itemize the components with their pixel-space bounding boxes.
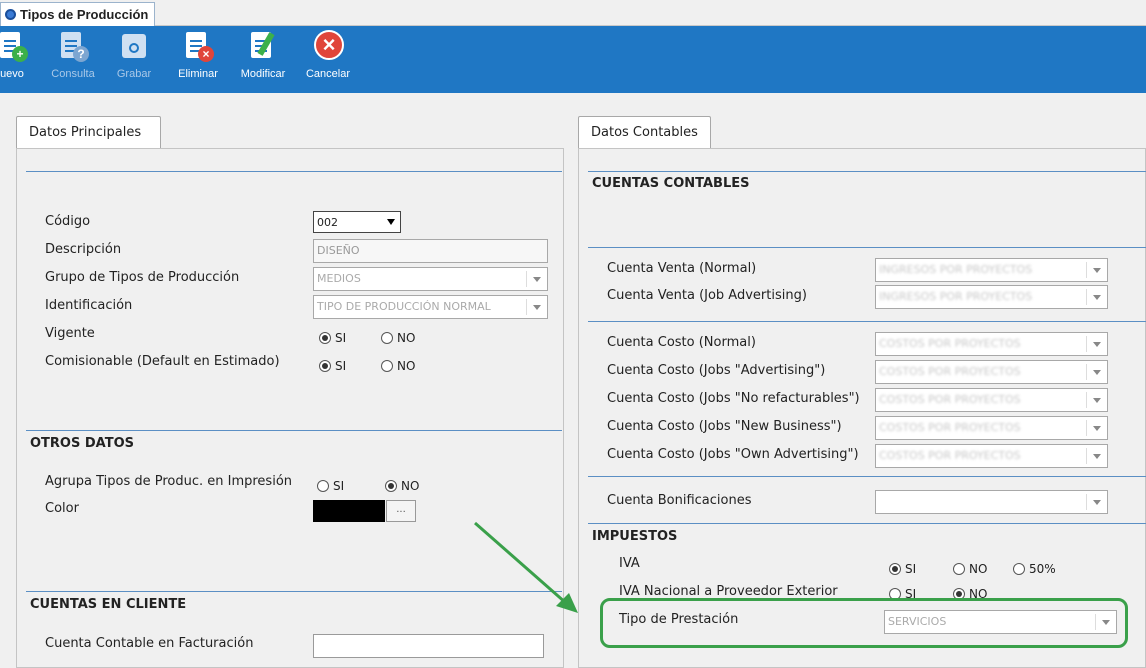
vigente-si-radio[interactable]: SI [319,331,346,345]
costo-newb-select[interactable]: COSTOS POR PROYECTOS [875,416,1108,440]
grupo-label: Grupo de Tipos de Producción [45,270,240,285]
bonificaciones-select[interactable] [875,490,1108,514]
chevron-down-icon [1093,426,1101,431]
chevron-down-icon [1093,268,1101,273]
bonificaciones-label: Cuenta Bonificaciones [607,493,752,508]
identificacion-select[interactable]: TIPO DE PRODUCCIÓN NORMAL [313,295,548,319]
iva-50-radio[interactable]: 50% [1013,562,1056,576]
cancelar-button[interactable]: × Cancelar [300,30,356,80]
window-tab[interactable]: Tipos de Producción [0,2,156,26]
comisionable-si-radio[interactable]: SI [319,359,346,373]
section-divider [588,247,1146,248]
chevron-down-icon [387,219,395,225]
venta-normal-label: Cuenta Venta (Normal) [607,261,757,276]
grupo-select[interactable]: MEDIOS [313,267,548,291]
eliminar-button[interactable]: × Eliminar [172,30,224,80]
color-label: Color [45,501,79,516]
gear-icon [5,9,16,20]
iva-nacional-label: IVA Nacional a Proveedor Exterior [619,584,838,599]
nuevo-button[interactable]: + uevo [0,30,32,80]
section-divider [588,523,1146,524]
chevron-down-icon [1093,370,1101,375]
grabar-button[interactable]: Grabar [112,30,156,80]
tipo-prestacion-select[interactable]: SERVICIOS [884,610,1117,634]
chevron-down-icon [1102,620,1110,625]
section-divider [588,321,1146,322]
descripcion-label: Descripción [45,242,122,257]
toolbar: + uevo ? Consulta Grabar × Eliminar Modi… [0,26,1146,93]
comisionable-no-radio[interactable]: NO [381,359,415,373]
query-icon: ? [57,30,89,62]
tipo-prestacion-label: Tipo de Prestación [619,612,739,627]
chevron-down-icon [1093,398,1101,403]
costo-nore-label: Cuenta Costo (Jobs "No refacturables") [607,391,860,406]
color-swatch [313,500,385,522]
agrupa-no-radio[interactable]: NO [385,479,419,493]
costo-normal-label: Cuenta Costo (Normal) [607,335,756,350]
cancel-icon: × [312,30,344,62]
section-divider [26,171,562,172]
window-title: Tipos de Producción [20,7,149,22]
cuenta-facturacion-field[interactable] [313,634,544,658]
iva-si-radio[interactable]: SI [889,562,916,576]
venta-job-label: Cuenta Venta (Job Advertising) [607,288,807,303]
new-document-icon: + [0,30,28,62]
modificar-button[interactable]: Modificar [234,30,292,80]
identificacion-label: Identificación [45,298,133,313]
iva-label: IVA [619,556,640,571]
otros-datos-title: OTROS DATOS [30,436,134,451]
impuestos-title: IMPUESTOS [592,529,678,544]
color-picker-button[interactable]: ... [386,500,416,522]
codigo-label: Código [45,214,91,229]
consulta-button[interactable]: ? Consulta [47,30,99,80]
section-divider [588,171,1146,172]
chevron-down-icon [533,305,541,310]
tab-datos-principales[interactable]: Datos Principales [16,116,161,149]
tab-datos-contables[interactable]: Datos Contables [578,116,711,149]
costo-adv-select[interactable]: COSTOS POR PROYECTOS [875,360,1108,384]
delete-document-icon: × [182,30,214,62]
venta-normal-select[interactable]: INGRESOS POR PROYECTOS [875,258,1108,282]
chevron-down-icon [533,277,541,282]
chevron-down-icon [1093,295,1101,300]
save-icon [118,30,150,62]
chevron-down-icon [1093,454,1101,459]
costo-nore-select[interactable]: COSTOS POR PROYECTOS [875,388,1108,412]
agrupa-si-radio[interactable]: SI [317,479,344,493]
section-divider [26,430,562,431]
chevron-down-icon [1093,342,1101,347]
section-divider [588,476,1146,477]
green-arrow-icon [474,521,578,613]
cuentas-contables-title: CUENTAS CONTABLES [592,176,750,191]
costo-normal-select[interactable]: COSTOS POR PROYECTOS [875,332,1108,356]
cuenta-facturacion-label: Cuenta Contable en Facturación [45,636,254,651]
codigo-select[interactable]: 002 [313,211,401,233]
costo-adv-label: Cuenta Costo (Jobs "Advertising") [607,363,826,378]
venta-job-select[interactable]: INGRESOS POR PROYECTOS [875,285,1108,309]
vigente-label: Vigente [45,326,95,341]
iva-no-radio[interactable]: NO [953,562,987,576]
costo-own-select[interactable]: COSTOS POR PROYECTOS [875,444,1108,468]
descripcion-field[interactable]: DISEÑO [313,239,548,263]
cuentas-cliente-title: CUENTAS EN CLIENTE [30,597,187,612]
vigente-no-radio[interactable]: NO [381,331,415,345]
costo-newb-label: Cuenta Costo (Jobs "New Business") [607,419,842,434]
costo-own-label: Cuenta Costo (Jobs "Own Advertising") [607,447,859,462]
chevron-down-icon [1093,500,1101,505]
title-bar [0,0,1146,26]
edit-document-icon [247,30,279,62]
comisionable-label: Comisionable (Default en Estimado) [45,354,280,369]
agrupa-label: Agrupa Tipos de Produc. en Impresión [45,474,293,489]
